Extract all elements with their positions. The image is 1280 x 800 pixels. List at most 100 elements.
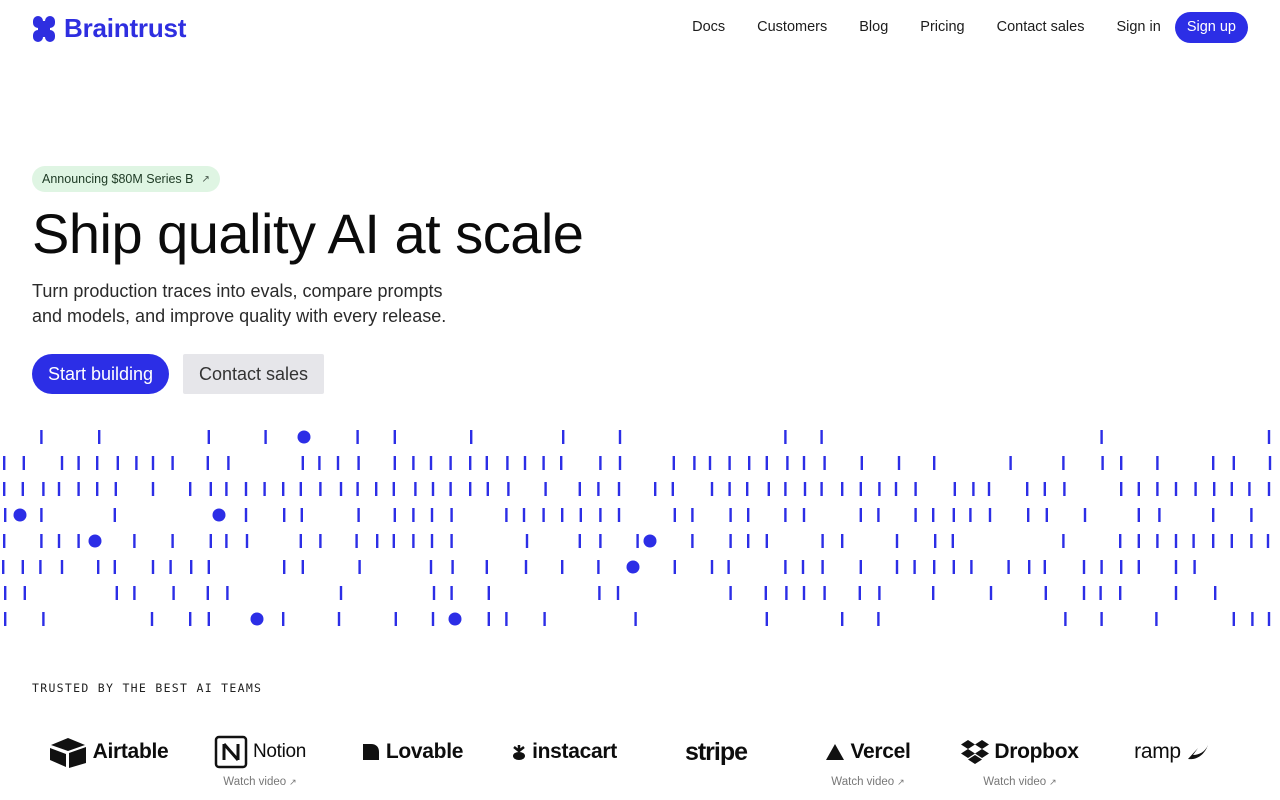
- trace-span-tick: [878, 586, 881, 600]
- customer-logos: Airtable Notion Watch video ↗ Lovable in…: [32, 728, 1248, 800]
- trace-span-tick: [1101, 456, 1104, 470]
- trace-span-tick: [301, 560, 304, 574]
- trace-span-tick: [283, 560, 286, 574]
- trace-span-tick: [206, 586, 209, 600]
- sign-up-button[interactable]: Sign up: [1174, 12, 1248, 43]
- nav-blog[interactable]: Blog: [859, 12, 888, 43]
- trace-span-tick: [1230, 534, 1233, 548]
- trace-span-tick: [765, 612, 768, 626]
- trace-span-tick: [1044, 586, 1047, 600]
- nav-pricing[interactable]: Pricing: [920, 12, 964, 43]
- watch-video-link[interactable]: Watch video ↗: [944, 776, 1096, 788]
- trace-span-tick: [1248, 482, 1251, 496]
- trace-span-tick: [1100, 430, 1103, 444]
- trace-span-tick: [300, 508, 303, 522]
- trace-span-tick: [821, 534, 824, 548]
- start-building-button[interactable]: Start building: [32, 354, 170, 394]
- trace-span-tick: [42, 482, 45, 496]
- trace-span-tick: [1230, 482, 1233, 496]
- trace-span-tick: [1009, 456, 1012, 470]
- trace-span-tick: [1266, 534, 1270, 548]
- trace-span-tick: [393, 430, 396, 444]
- trace-span-tick: [358, 560, 361, 574]
- trace-span-tick: [598, 586, 601, 600]
- trace-span-tick: [207, 430, 210, 444]
- trace-span-tick: [319, 482, 322, 496]
- trace-span-tick: [1267, 612, 1271, 626]
- nav-contact-sales[interactable]: Contact sales: [997, 12, 1085, 43]
- watch-video-link[interactable]: Watch video ↗: [792, 776, 944, 788]
- trace-span-tick: [897, 456, 901, 470]
- trace-span-tick: [414, 482, 417, 496]
- trace-span-tick: [40, 430, 43, 444]
- trace-span-tick: [209, 482, 212, 496]
- brand-logo[interactable]: Braintrust: [32, 13, 186, 44]
- airtable-icon: [49, 738, 86, 768]
- trace-span-tick: [299, 534, 302, 548]
- trace-span-tick: [727, 560, 730, 574]
- trace-score-dot: [448, 612, 462, 626]
- trace-span-tick: [933, 456, 936, 470]
- trace-span-tick: [1193, 560, 1196, 574]
- trace-span-tick: [1268, 456, 1272, 470]
- trace-span-tick: [1137, 508, 1140, 522]
- trace-score-dot: [626, 560, 640, 574]
- trace-span-tick: [1212, 534, 1215, 548]
- nav-docs[interactable]: Docs: [692, 12, 725, 43]
- trace-span-tick: [1213, 482, 1216, 496]
- trace-span-tick: [710, 482, 714, 496]
- trace-span-tick: [672, 456, 675, 470]
- trace-span-tick: [449, 456, 452, 470]
- trace-span-tick: [913, 560, 916, 574]
- watch-video-link[interactable]: Watch video ↗: [184, 776, 336, 788]
- trace-span-tick: [859, 482, 862, 496]
- trace-span-tick: [691, 534, 694, 548]
- trace-span-tick: [114, 482, 117, 496]
- trace-span-tick: [113, 560, 116, 574]
- trace-span-tick: [429, 456, 433, 470]
- trace-span-tick: [801, 560, 805, 574]
- nav-customers[interactable]: Customers: [757, 12, 827, 43]
- trace-span-tick: [933, 560, 936, 574]
- trace-span-tick: [599, 456, 602, 470]
- trace-span-tick: [560, 456, 563, 470]
- trace-span-tick: [693, 456, 696, 470]
- trace-span-tick: [244, 508, 248, 522]
- trace-span-tick: [616, 586, 620, 600]
- logo-stripe: stripe: [640, 728, 792, 800]
- trace-span-tick: [4, 508, 7, 522]
- trace-span-tick: [1267, 430, 1271, 444]
- trace-score-dot: [13, 508, 27, 522]
- trace-span-tick: [1082, 560, 1086, 574]
- trace-span-tick: [1250, 534, 1253, 548]
- trace-span-tick: [1045, 508, 1048, 522]
- trace-span-tick: [40, 534, 43, 548]
- contact-sales-button[interactable]: Contact sales: [183, 354, 325, 394]
- notion-icon: [214, 735, 248, 769]
- trace-span-tick: [1174, 560, 1178, 574]
- trace-span-tick: [784, 508, 787, 522]
- trace-score-dot: [643, 534, 657, 548]
- trace-span-tick: [113, 508, 116, 522]
- logo-name: Lovable: [385, 740, 464, 763]
- trace-span-tick: [841, 612, 844, 626]
- trace-span-tick: [989, 586, 993, 600]
- trace-score-dot: [88, 534, 102, 548]
- trace-span-tick: [970, 560, 973, 574]
- trace-span-tick: [1062, 534, 1065, 548]
- trace-span-tick: [189, 482, 192, 496]
- announcement-badge[interactable]: Announcing $80M Series B ↗: [32, 166, 220, 192]
- trace-span-tick: [486, 482, 489, 496]
- trace-span-tick: [654, 482, 657, 496]
- trace-span-tick: [150, 612, 154, 626]
- trace-span-tick: [710, 560, 714, 574]
- nav-sign-in[interactable]: Sign in: [1116, 12, 1160, 43]
- trace-span-tick: [820, 430, 823, 444]
- trace-span-tick: [23, 586, 26, 600]
- announcement-text: Announcing $80M Series B: [42, 172, 194, 186]
- trace-span-tick: [77, 482, 80, 496]
- instacart-carrot-icon: [513, 745, 526, 760]
- logo-notion: Notion Watch video ↗: [184, 728, 336, 800]
- trace-span-tick: [1194, 482, 1197, 496]
- trace-span-tick: [522, 508, 526, 522]
